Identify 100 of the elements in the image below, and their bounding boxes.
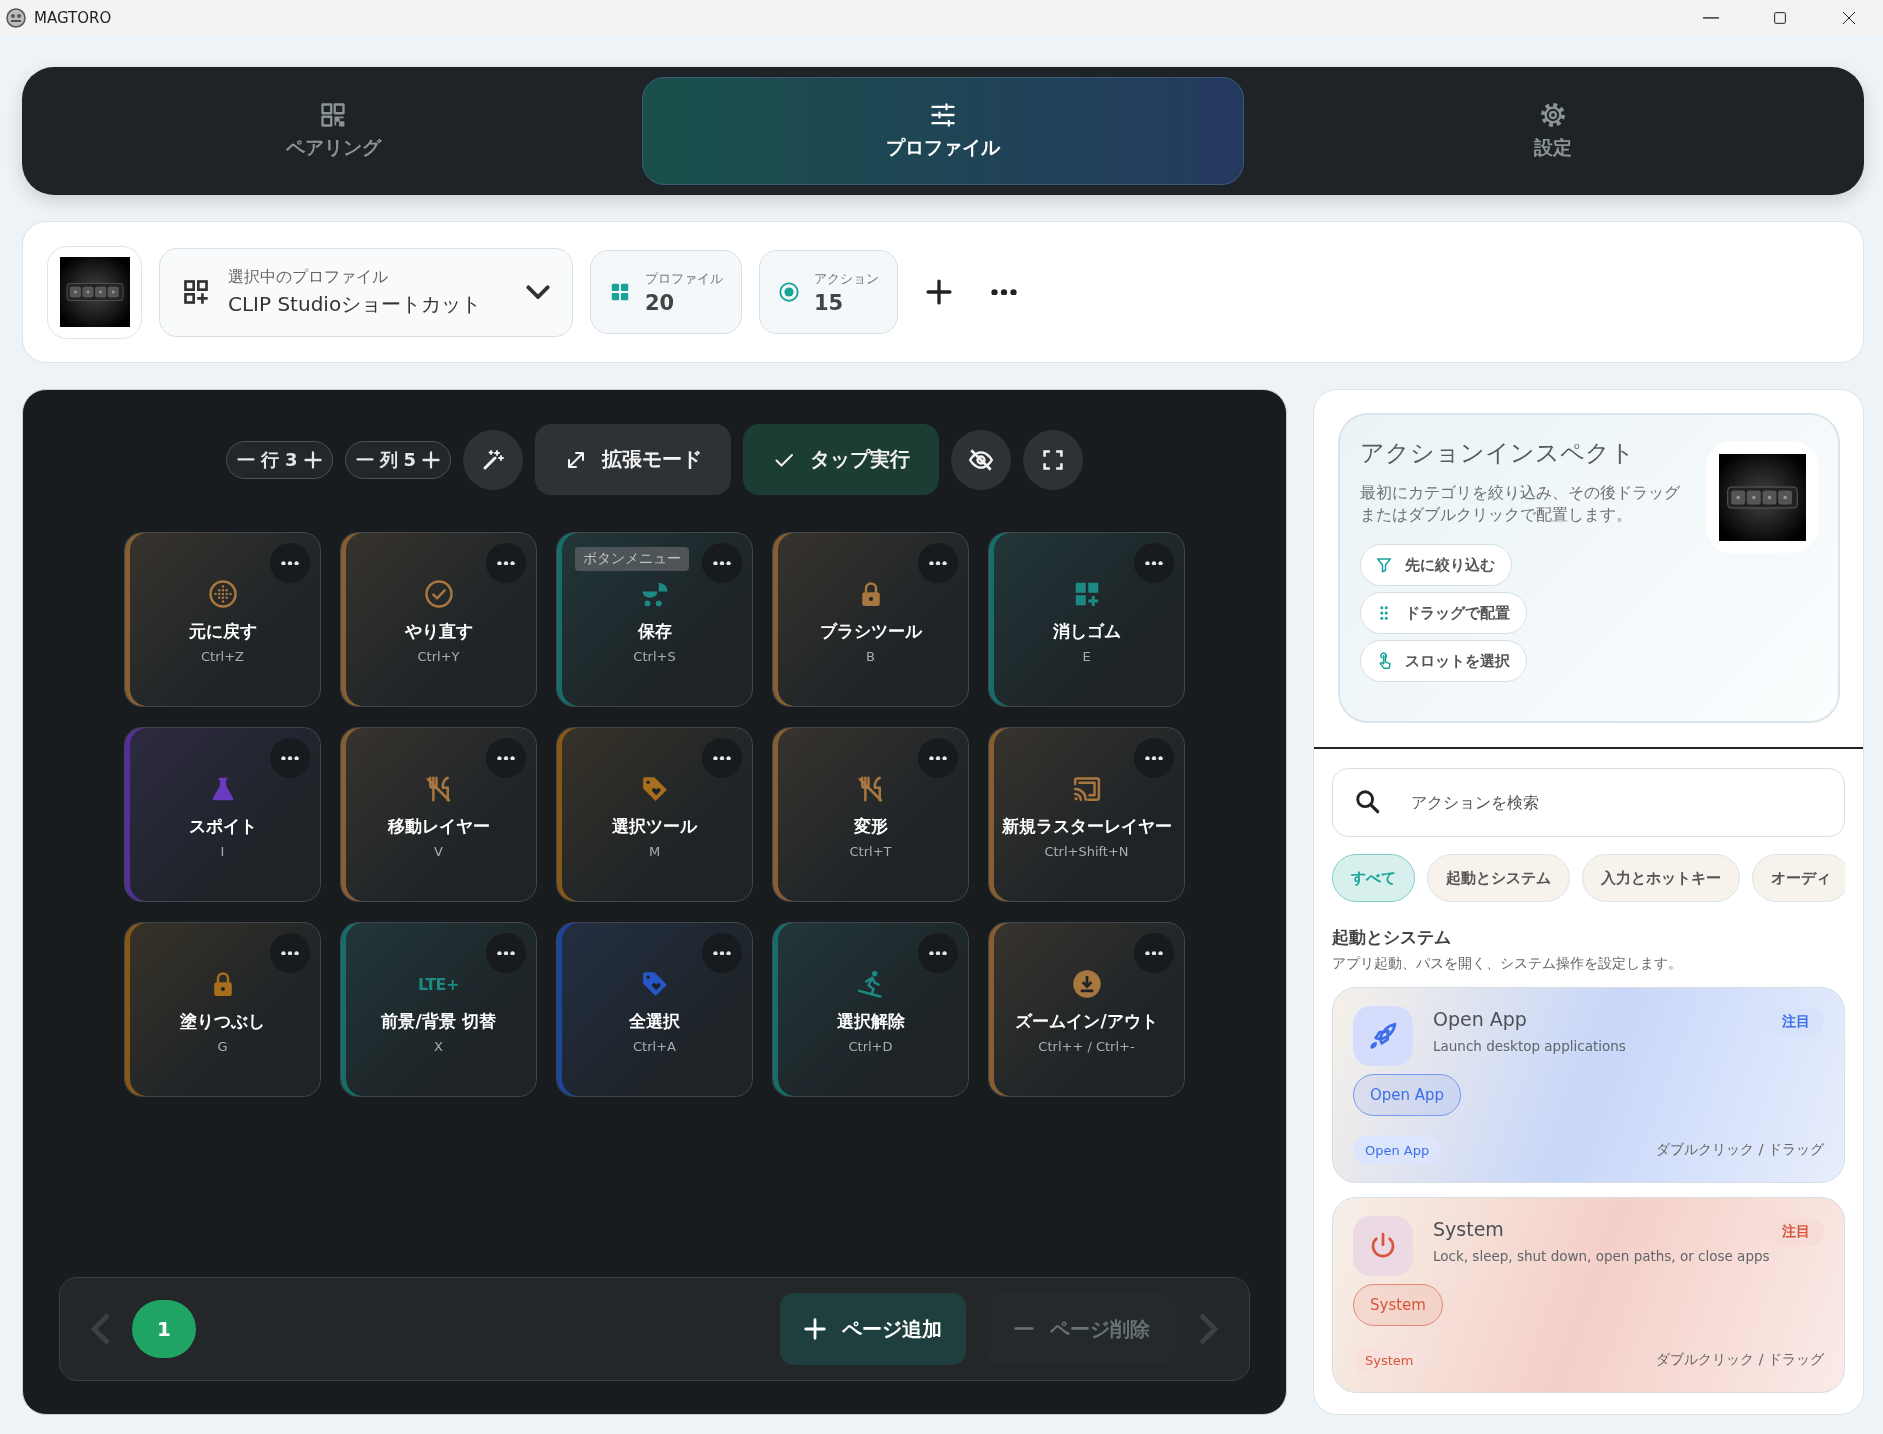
shortcut-tile[interactable]: 塗りつぶし G [124,922,321,1097]
profile-select[interactable]: 選択中のプロファイル CLIP Studioショートカット [159,247,573,337]
decrement-button[interactable] [355,458,374,461]
tile-menu-button[interactable] [486,738,526,778]
nav-tab[interactable]: プロファイル [642,77,1244,185]
action-card[interactable]: Open App Launch desktop applications 注目 Open App Open App ダブルクリック / ドラッグ [1332,987,1845,1183]
decrement-button[interactable] [236,458,255,461]
mode-toggle[interactable]: 拡張モード [535,424,732,495]
tile-menu-button[interactable] [1134,933,1174,973]
more-icon [1145,755,1163,761]
action-card[interactable]: System Lock, sleep, shut down, open paths, or close apps 注目 System System ダブルクリック / ドラッグ [1332,1197,1845,1393]
tile-menu-button[interactable] [702,933,742,973]
more-icon [713,950,731,956]
more-icon [929,950,947,956]
tile-shortcut: Ctrl+A [633,1039,676,1055]
hint-chip[interactable]: スロットを選択 [1360,640,1527,683]
action-title: System [1433,1218,1504,1240]
tile-menu-button[interactable] [270,738,310,778]
more-icon [281,950,299,956]
tile-label: 消しゴム [1052,621,1121,642]
stat-label: アクション [814,269,879,288]
shortcut-tile[interactable]: 選択解除 Ctrl+D [772,922,969,1097]
stepper-label: 列 [379,447,398,472]
shortcut-tile[interactable]: LTE+ 前景/背景 切替 X [340,922,537,1097]
shortcut-tile[interactable]: ブラシツール B [772,532,969,707]
tile-menu-button[interactable] [486,933,526,973]
more-icon [929,560,947,566]
shortcut-tile[interactable]: スポイト I [124,727,321,902]
shortcut-tile[interactable]: 移動レイヤー V [340,727,537,902]
tile-shortcut: Ctrl+Z [201,649,244,665]
hint-chip[interactable]: ドラッグで配置 [1360,592,1527,635]
tile-label: 全選択 [629,1011,680,1032]
action-hint: ダブルクリック / ドラッグ [1656,1141,1824,1159]
section-title: 起動とシステム [1332,926,1452,949]
qr-code-icon [319,101,347,129]
tile-label: ブラシツール [819,621,922,642]
maximize-icon [1771,10,1788,26]
tile-menu-button[interactable] [270,933,310,973]
chevron-right-icon [1197,1312,1219,1346]
action-hint: ダブルクリック / ドラッグ [1656,1351,1824,1369]
tile-label: 新規ラスターレイヤー [1001,816,1172,837]
tile-shortcut: E [1082,649,1091,665]
shortcut-tile[interactable]: 選択ツール M [556,727,753,902]
shortcut-tile[interactable]: やり直す Ctrl+Y [340,532,537,707]
radio-icon [778,281,800,303]
tile-shortcut: Ctrl++ / Ctrl+- [1038,1039,1135,1055]
tile-label: スポイト [188,816,257,837]
tile-label: 選択解除 [836,1011,905,1032]
minus-icon [236,458,255,461]
stepper-value: 3 [284,449,298,470]
tile-label: ズームイン/アウト [1015,1011,1158,1032]
plus-icon [804,1318,826,1340]
action-title: Open App [1433,1008,1527,1030]
search-field[interactable]: アクションを検索 [1332,768,1845,837]
category-chip[interactable]: 起動とシステム [1427,854,1570,902]
magic-wand-icon [481,447,506,472]
mode-toggle[interactable]: タップ実行 [743,424,940,495]
shortcut-tile[interactable]: 元に戻す Ctrl+Z [124,532,321,707]
minus-icon [355,458,374,461]
tile-menu-button[interactable] [270,543,310,583]
tile-menu-button[interactable] [1134,543,1174,583]
inspector-title: アクションインスペクト [1360,438,1636,469]
shortcut-tile[interactable]: 新規ラスターレイヤー Ctrl+Shift+N [988,727,1185,902]
shortcut-tile[interactable]: 消しゴム E [988,532,1185,707]
category-chip[interactable]: オーディ [1752,854,1845,902]
tile-shortcut: Ctrl+T [849,844,892,860]
more-icon [281,755,299,761]
add-page-button[interactable]: ページ追加 [780,1293,966,1365]
category-chip[interactable]: 入力とホットキー [1582,854,1740,902]
tile-label: やり直す [404,621,473,642]
action-description: Lock, sleep, shut down, open paths, or close apps [1433,1248,1771,1264]
filter-icon [1375,556,1393,575]
tile-menu-button[interactable] [1134,738,1174,778]
window-title: MAGTORO [34,9,112,27]
tile-shortcut: I [220,844,225,860]
increment-button[interactable] [422,450,441,469]
increment-button[interactable] [303,450,322,469]
shortcut-tile[interactable]: 全選択 Ctrl+A [556,922,753,1097]
tile-label: 前景/背景 切替 [381,1011,496,1032]
tile-menu-button[interactable] [918,933,958,973]
tile-menu-button[interactable] [702,738,742,778]
tile-menu-button[interactable] [486,543,526,583]
tile-shortcut: B [866,649,875,665]
tile-menu-button[interactable] [918,543,958,583]
tile-shortcut: Ctrl+S [633,649,676,665]
nav-tab[interactable]: ペアリング [32,77,634,185]
tile-shortcut: M [648,844,661,860]
hint-chip[interactable]: 先に絞り込む [1360,544,1512,587]
tile-label: 変形 [853,816,888,837]
more-icon [497,755,515,761]
tile-menu-button[interactable] [702,543,742,583]
nav-tab[interactable]: 設定 [1252,77,1854,185]
stepper-value: 5 [403,449,417,470]
tile-shortcut: V [434,844,443,860]
shortcut-tile[interactable]: ズームイン/アウト Ctrl++ / Ctrl+- [988,922,1185,1097]
shortcut-tile[interactable]: 変形 Ctrl+T [772,727,969,902]
plus-icon [926,279,952,305]
tile-menu-button[interactable] [918,738,958,778]
shortcut-tile[interactable]: ボタンメニュー 保存 Ctrl+S [556,532,753,707]
action-tag: Open App [1353,1136,1442,1164]
